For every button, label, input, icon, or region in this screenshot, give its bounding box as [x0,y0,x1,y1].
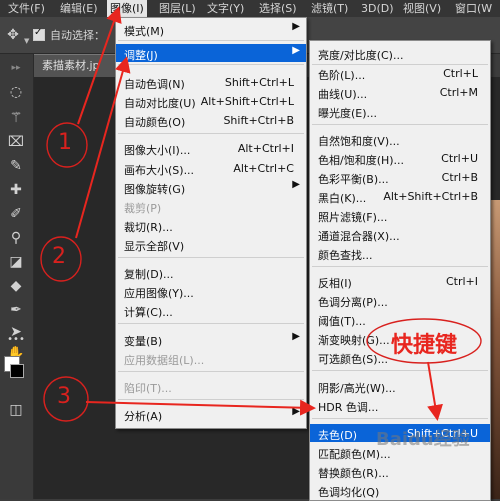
watermark: Baidu经验 [376,429,470,450]
arrow-3 [85,399,316,416]
annotation-number-3: 3 [57,384,71,409]
arrow-callout [427,361,443,421]
shortcut-callout: 快捷键 [391,333,458,358]
annotation-number-1: 1 [58,130,72,155]
arrow-2 [75,56,131,239]
annotation-number-2: 2 [52,244,66,269]
